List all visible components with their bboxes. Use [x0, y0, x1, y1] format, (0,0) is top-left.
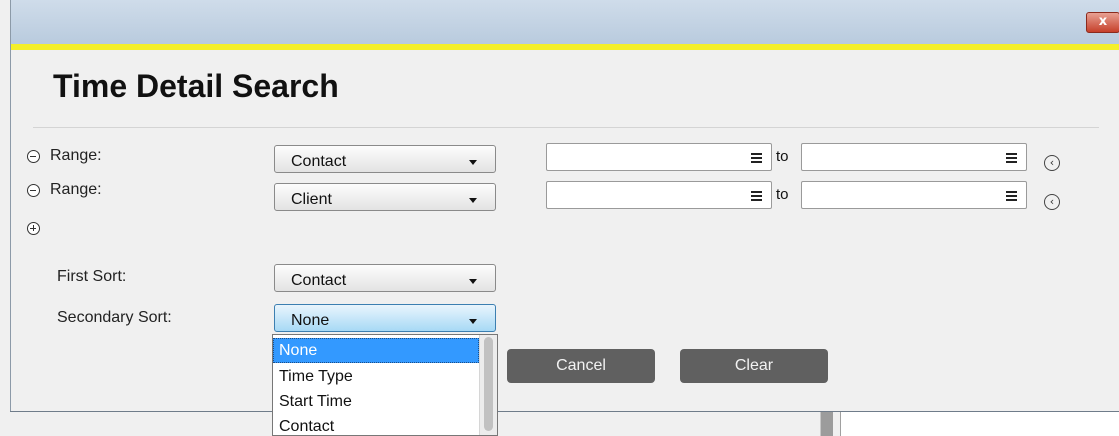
secondary-sort-select[interactable]: None [274, 304, 496, 332]
hamburger-icon[interactable] [751, 153, 762, 165]
first-sort-label: First Sort: [57, 268, 127, 285]
range-2-field-select[interactable]: Client [274, 183, 496, 211]
first-sort-select[interactable]: Contact [274, 264, 496, 292]
range-1-to-label: to [776, 148, 789, 165]
secondary-sort-dropdown-list[interactable]: None Time Type Start Time Contact [272, 334, 498, 436]
secondary-sort-value: None [291, 312, 330, 329]
chevron-down-icon [469, 160, 477, 165]
chevron-down-icon [469, 319, 477, 324]
chevron-down-icon [469, 198, 477, 203]
range-2-label: Range: [50, 181, 102, 198]
remove-range-1-icon[interactable] [27, 150, 40, 163]
range-2-to-label: to [776, 186, 789, 203]
dropdown-scrollbar-thumb[interactable] [484, 337, 493, 431]
page-title: Time Detail Search [53, 68, 339, 104]
secondary-sort-label: Secondary Sort: [57, 309, 172, 326]
dropdown-scrollbar[interactable] [479, 335, 497, 435]
dropdown-option-contact[interactable]: Contact [273, 414, 479, 435]
clear-button[interactable]: Clear [680, 349, 828, 383]
background-divider [840, 410, 841, 436]
dropdown-option-none[interactable]: None [273, 338, 479, 363]
range-2-from-input[interactable] [546, 181, 772, 209]
hamburger-icon[interactable] [751, 191, 762, 203]
remove-range-2-icon[interactable] [27, 184, 40, 197]
hamburger-icon[interactable] [1006, 153, 1017, 165]
accent-line [11, 44, 1119, 50]
range-1-to-input[interactable] [801, 143, 1027, 171]
range-1-from-input[interactable] [546, 143, 772, 171]
dropdown-option-start-time[interactable]: Start Time [273, 389, 479, 414]
range-2-field-value: Client [291, 191, 332, 208]
range-1-field-value: Contact [291, 153, 347, 170]
range-1-field-select[interactable]: Contact [274, 145, 496, 173]
range-2-to-input[interactable] [801, 181, 1027, 209]
close-icon: x [1098, 14, 1108, 29]
close-button[interactable]: x [1086, 12, 1119, 33]
first-sort-value: Contact [291, 272, 347, 289]
chevron-left-circle-icon[interactable]: ‹ [1044, 194, 1060, 210]
time-detail-search-dialog: x Time Detail Search Range: Contact to ‹… [10, 0, 1119, 411]
cancel-button[interactable]: Cancel [507, 349, 655, 383]
add-range-icon[interactable] [27, 222, 40, 235]
title-divider [33, 127, 1099, 128]
hamburger-icon[interactable] [1006, 191, 1017, 203]
dialog-titlebar: x [11, 0, 1119, 44]
chevron-left-circle-icon[interactable]: ‹ [1044, 155, 1060, 171]
dropdown-option-time-type[interactable]: Time Type [273, 364, 479, 389]
range-1-label: Range: [50, 147, 102, 164]
chevron-down-icon [469, 279, 477, 284]
background-scrollbar[interactable] [820, 410, 833, 436]
